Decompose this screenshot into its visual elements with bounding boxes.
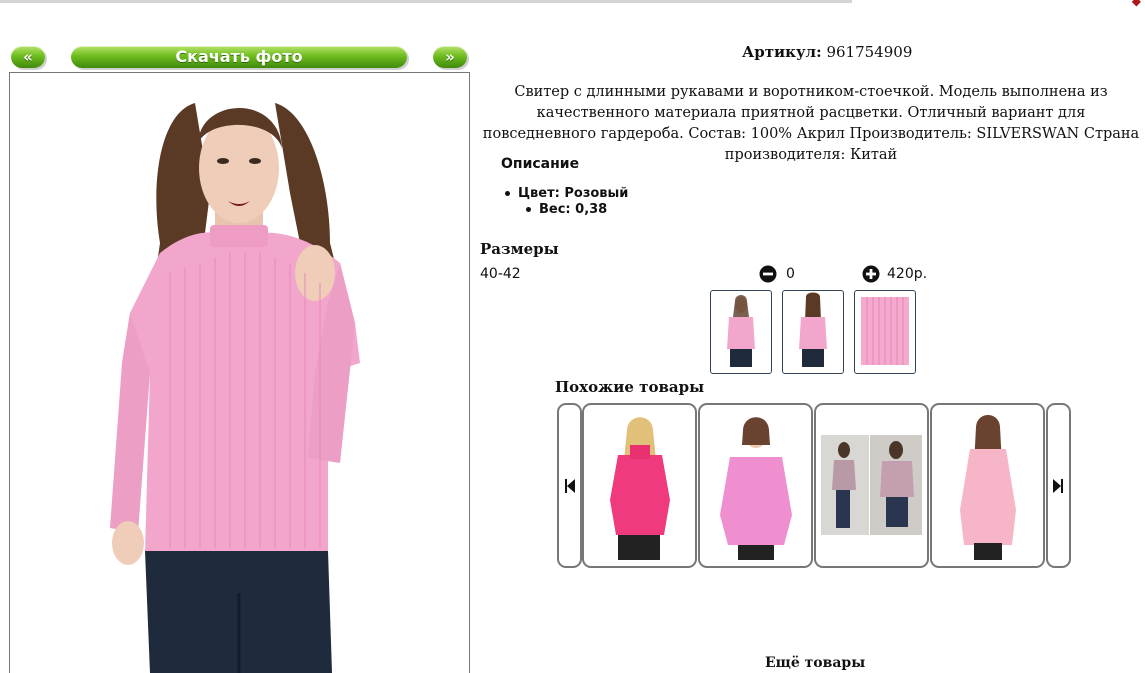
thumbnail-fabric-image xyxy=(861,297,909,365)
model-illustration xyxy=(110,103,360,673)
similar-product-image xyxy=(960,415,1016,560)
thumbnail-fabric[interactable] xyxy=(854,290,916,374)
similar-product-card[interactable] xyxy=(698,403,813,568)
top-divider xyxy=(0,0,852,3)
similar-product-card[interactable] xyxy=(930,403,1045,568)
thumbnail-front-image xyxy=(727,295,755,367)
carousel-next-button[interactable] xyxy=(1046,403,1071,568)
skip-right-icon xyxy=(1053,479,1063,493)
description-heading: Описание xyxy=(501,156,580,172)
minus-circle-icon[interactable] xyxy=(759,265,777,283)
thumbnail-front[interactable] xyxy=(710,290,772,374)
price-value: 420р. xyxy=(887,266,928,282)
corner-marker: ◆ xyxy=(1131,0,1141,8)
similar-product-card[interactable] xyxy=(582,403,697,568)
attribute-color: Цвет: Розовый xyxy=(505,186,628,201)
next-photo-button[interactable]: » xyxy=(433,46,467,68)
attributes-list: Цвет: Розовый Вес: 0,38 xyxy=(505,186,628,217)
similar-products-heading: Похожие товары xyxy=(555,378,705,396)
product-description: Свитер с длинными рукавами и воротником-… xyxy=(482,84,1140,163)
attribute-color-text: Цвет: Розовый xyxy=(518,186,629,201)
quantity-value: 0 xyxy=(786,266,795,282)
attribute-weight: Вес: 0,38 xyxy=(526,202,628,217)
prev-photo-button[interactable]: « xyxy=(11,46,45,68)
download-photo-button[interactable]: Скачать фото xyxy=(71,46,407,68)
sku-value: 961754909 xyxy=(826,43,913,61)
main-product-photo[interactable] xyxy=(9,72,470,673)
thumbnail-back[interactable] xyxy=(782,290,844,374)
size-value: 40-42 xyxy=(480,266,521,282)
similar-product-image xyxy=(610,417,670,560)
skip-left-icon xyxy=(565,479,575,493)
plus-circle-icon[interactable] xyxy=(862,265,880,283)
similar-product-image xyxy=(821,435,922,535)
attribute-weight-text: Вес: 0,38 xyxy=(539,202,608,217)
sku-line: Артикул: 961754909 xyxy=(742,43,912,61)
more-products-heading: Ещё товары xyxy=(765,655,866,671)
sku-label: Артикул: xyxy=(742,43,822,61)
carousel-prev-button[interactable] xyxy=(557,403,582,568)
similar-product-image xyxy=(720,417,792,560)
sizes-heading: Размеры xyxy=(480,240,559,258)
thumbnail-back-image xyxy=(799,292,827,367)
similar-product-card[interactable] xyxy=(814,403,929,568)
